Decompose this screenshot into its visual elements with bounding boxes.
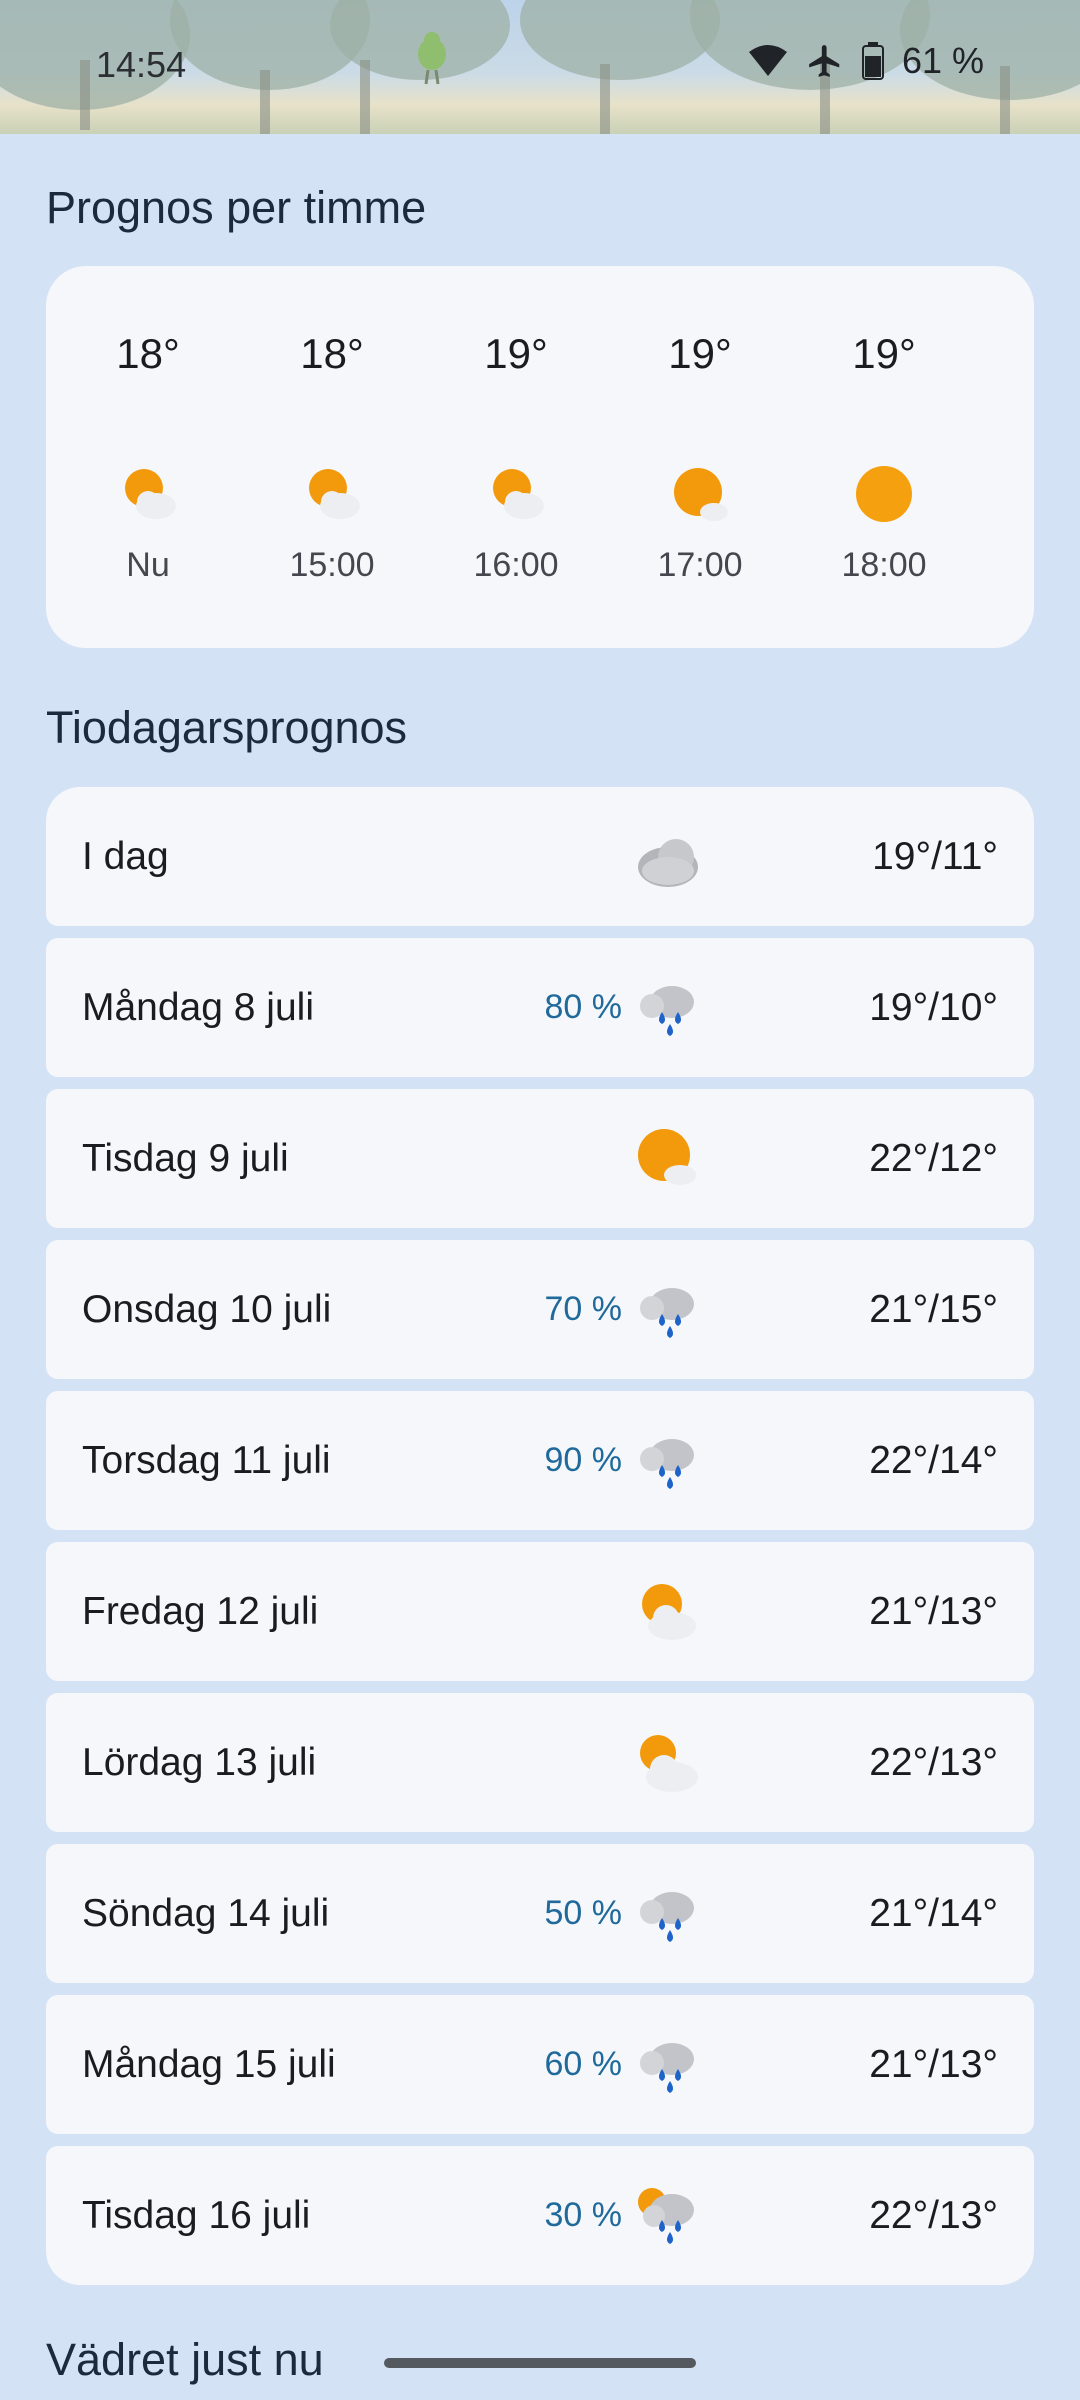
hourly-item: 19° 16:00 [436, 266, 596, 648]
daily-temps: 22°/14° [869, 1439, 998, 1482]
background-trunk [600, 64, 610, 134]
status-time: 14:54 [96, 44, 187, 85]
partly-cloudy-icon [642, 1584, 696, 1640]
daily-day: Lördag 13 juli [82, 1741, 317, 1784]
daily-temps: 21°/15° [869, 1288, 998, 1331]
daily-day: Fredag 12 juli [82, 1590, 319, 1633]
background-trunk [360, 60, 370, 134]
hourly-time: 15:00 [289, 546, 375, 584]
daily-row[interactable]: I dag 19°/11° [46, 787, 1034, 926]
battery-percent: 61 % [901, 40, 984, 81]
daily-day: Tisdag 16 juli [82, 2194, 311, 2237]
background-trunk [80, 60, 90, 130]
daily-row[interactable]: Tisdag 16 juli 30 % 22°/13° [46, 2146, 1034, 2285]
partly-cloudy-icon [493, 469, 544, 519]
daily-temps: 22°/12° [869, 1137, 998, 1180]
hourly-time: 18:00 [841, 546, 927, 584]
daily-temps: 21°/14° [869, 1892, 998, 1935]
airplane-mode-icon [806, 42, 844, 80]
hourly-time: 17:00 [657, 546, 743, 584]
daily-row[interactable]: Tisdag 9 juli 22°/12° [46, 1089, 1034, 1228]
rain-icon [640, 1892, 694, 1942]
daily-row[interactable]: Onsdag 10 juli 70 % 21°/15° [46, 1240, 1034, 1379]
daily-temps: 19°/11° [872, 835, 998, 878]
daily-day: Måndag 8 juli [82, 986, 314, 1029]
rain-icon [640, 986, 694, 1036]
daily-row[interactable]: Måndag 8 juli 80 % 19°/10° [46, 938, 1034, 1077]
hourly-item: 18° Nu [68, 266, 228, 648]
daily-precip: 80 % [544, 988, 623, 1026]
hourly-item: 19° 18:00 [804, 266, 964, 648]
sun-rain-icon [638, 2188, 694, 2244]
hourly-item: 18° 15:00 [252, 266, 412, 648]
daily-temps: 21°/13° [869, 2043, 998, 2086]
hourly-temp: 18° [116, 330, 180, 377]
bird-illustration [418, 32, 446, 85]
daily-row[interactable]: Lördag 13 juli 22°/13° [46, 1693, 1034, 1832]
daily-precip: 30 % [544, 2196, 623, 2234]
hourly-temp: 19° [484, 330, 548, 377]
daily-day: I dag [82, 835, 169, 878]
daily-temps: 19°/10° [869, 986, 998, 1029]
daily-row[interactable]: Torsdag 11 juli 90 % 22°/14° [46, 1391, 1034, 1530]
partly-cloudy-icon [640, 1735, 698, 1792]
hourly-item: 19° 17:00 [620, 266, 780, 648]
hourly-time: Nu [126, 546, 170, 584]
daily-precip: 60 % [544, 2045, 623, 2083]
daily-row[interactable]: Fredag 12 juli 21°/13° [46, 1542, 1034, 1681]
daily-day: Söndag 14 juli [82, 1892, 330, 1935]
partly-cloudy-icon [309, 469, 360, 519]
cloudy-icon [638, 839, 698, 887]
hourly-time: 16:00 [473, 546, 559, 584]
current-weather-title: Vädret just nu [46, 2334, 324, 2385]
home-gesture-bar[interactable] [384, 2358, 696, 2368]
rain-icon [640, 2043, 694, 2093]
hourly-forecast-title: Prognos per timme [46, 182, 427, 233]
daily-temps: 22°/13° [869, 1741, 998, 1784]
ten-day-forecast-title: Tiodagarsprognos [46, 702, 408, 753]
rain-icon [640, 1439, 694, 1489]
partly-cloudy-icon [125, 469, 176, 519]
hourly-temp: 19° [852, 330, 916, 377]
hourly-temp: 18° [300, 330, 364, 377]
daily-row[interactable]: Söndag 14 juli 50 % 21°/14° [46, 1844, 1034, 1983]
daily-precip: 50 % [544, 1894, 623, 1932]
daily-day: Torsdag 11 juli [82, 1439, 331, 1482]
daily-temps: 21°/13° [869, 1590, 998, 1633]
daily-precip: 70 % [544, 1290, 623, 1328]
daily-row[interactable]: Måndag 15 juli 60 % 21°/13° [46, 1995, 1034, 2134]
battery-icon [861, 42, 884, 80]
daily-precip: 90 % [544, 1441, 623, 1479]
rain-icon [640, 1288, 694, 1338]
hourly-temp: 19° [668, 330, 732, 377]
mostly-sunny-icon [674, 468, 728, 521]
daily-day: Onsdag 10 juli [82, 1288, 332, 1331]
wifi-icon [748, 44, 788, 78]
background-trunk [1000, 66, 1010, 134]
daily-day: Måndag 15 juli [82, 2043, 336, 2086]
sunny-icon [856, 466, 912, 522]
status-icons: 61 % [748, 40, 984, 82]
status-bar: 14:54 61 % [0, 0, 1080, 134]
mostly-sunny-icon [638, 1129, 696, 1185]
background-trunk [260, 70, 270, 134]
hourly-forecast-card[interactable]: 18° Nu 18° 15:00 19° 16:00 19° 17:00 19°… [46, 266, 1034, 648]
daily-temps: 22°/13° [869, 2194, 998, 2237]
daily-day: Tisdag 9 juli [82, 1137, 289, 1180]
